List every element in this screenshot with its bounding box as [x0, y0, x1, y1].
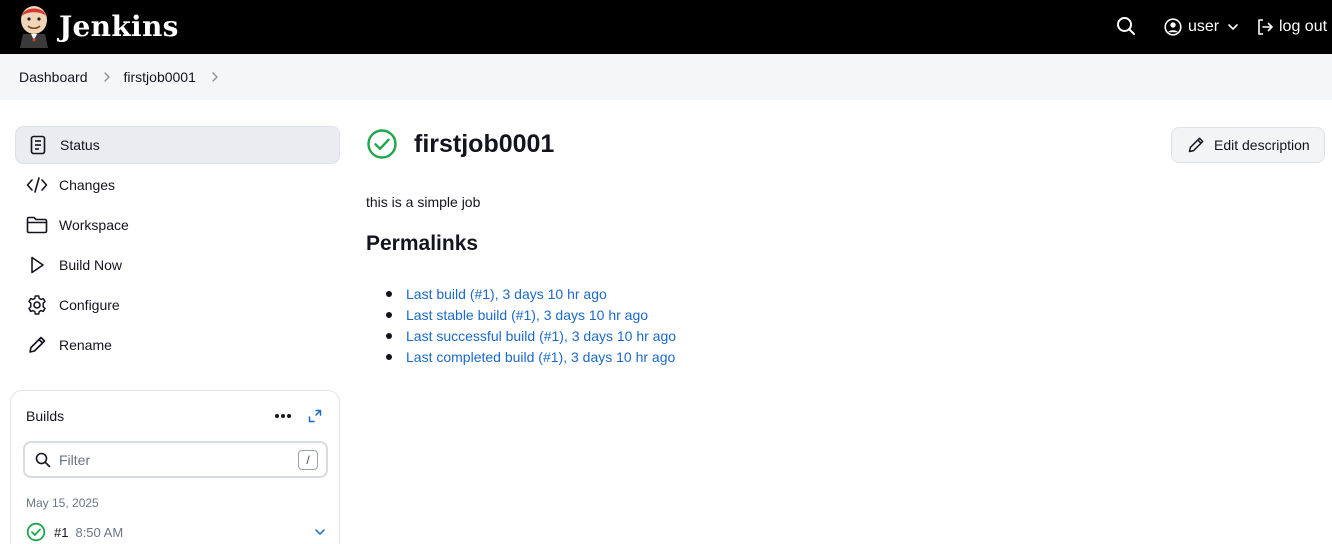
sidebar-item-label: Configure: [59, 297, 120, 313]
build-number[interactable]: #1: [54, 525, 68, 540]
more-options-button[interactable]: [273, 406, 293, 426]
edit-description-label: Edit description: [1214, 137, 1310, 153]
sidebar-item-rename[interactable]: Rename: [15, 326, 340, 364]
sidebar-item-label: Status: [60, 137, 100, 153]
build-row[interactable]: #1 8:50 AM: [26, 521, 326, 543]
list-item: Last stable build (#1), 3 days 10 hr ago: [386, 304, 676, 325]
list-item: Last completed build (#1), 3 days 10 hr …: [386, 346, 676, 367]
expand-button[interactable]: [305, 406, 325, 426]
builds-title: Builds: [26, 408, 65, 424]
search-button[interactable]: [1113, 13, 1139, 39]
sidebar-item-label: Workspace: [59, 217, 129, 233]
breadcrumb: Dashboard firstjob0001: [0, 54, 1332, 100]
jenkins-home-link[interactable]: Jenkins: [18, 4, 179, 48]
sidebar-item-label: Rename: [59, 337, 112, 353]
sidebar-item-configure[interactable]: Configure: [15, 286, 340, 324]
top-header: Jenkins user log out: [0, 0, 1332, 54]
permalink-last-stable-build[interactable]: Last stable build (#1), 3 days 10 hr ago: [406, 307, 648, 323]
code-icon: [26, 174, 48, 196]
document-icon: [27, 134, 49, 156]
expand-icon: [308, 409, 322, 423]
pencil-icon: [26, 334, 48, 356]
jenkins-logo-icon: [20, 6, 48, 48]
build-date: May 15, 2025: [26, 496, 99, 510]
edit-description-button[interactable]: Edit description: [1171, 127, 1325, 163]
build-time: 8:50 AM: [75, 524, 124, 540]
ellipsis-icon: [275, 414, 291, 418]
user-name: user: [1188, 18, 1220, 35]
permalinks-heading: Permalinks: [366, 232, 479, 255]
search-icon: [1117, 17, 1135, 35]
success-icon: [26, 522, 46, 542]
logout-label: log out: [1279, 18, 1328, 35]
breadcrumb-job[interactable]: firstjob0001: [124, 69, 196, 85]
play-icon: [26, 254, 48, 276]
sidebar-item-build-now[interactable]: Build Now: [15, 246, 340, 284]
user-menu-button[interactable]: user: [1164, 14, 1239, 40]
permalink-last-build[interactable]: Last build (#1), 3 days 10 hr ago: [406, 286, 607, 302]
page-title: firstjob0001: [414, 129, 555, 158]
builds-panel: Builds / May 15, 2025 #1 8:50 AM: [10, 390, 340, 544]
permalinks-list: Last build (#1), 3 days 10 hr ago Last s…: [386, 283, 676, 367]
list-item: Last build (#1), 3 days 10 hr ago: [386, 283, 676, 304]
folder-icon: [26, 214, 48, 236]
chevron-down-icon: [1228, 24, 1238, 30]
chevron-down-icon[interactable]: [314, 526, 326, 538]
chevron-right-icon[interactable]: [209, 71, 221, 83]
filter-field[interactable]: /: [23, 441, 328, 478]
breadcrumb-dashboard[interactable]: Dashboard: [19, 69, 88, 85]
sidebar-item-changes[interactable]: Changes: [15, 166, 340, 204]
brand-name: Jenkins: [59, 9, 179, 43]
job-description: this is a simple job: [366, 194, 481, 210]
user-icon: [1164, 18, 1182, 36]
logout-button[interactable]: log out: [1256, 14, 1327, 40]
sidebar-item-label: Changes: [59, 177, 116, 193]
filter-shortcut-key: /: [298, 450, 318, 470]
page-header: firstjob0001: [366, 128, 554, 160]
sidebar-item-workspace[interactable]: Workspace: [15, 206, 340, 244]
sidebar-item-status[interactable]: Status: [15, 126, 340, 164]
chevron-right-icon: [103, 72, 110, 82]
permalink-last-successful-build[interactable]: Last successful build (#1), 3 days 10 hr…: [406, 328, 676, 344]
gear-icon: [26, 294, 48, 316]
list-item: Last successful build (#1), 3 days 10 hr…: [386, 325, 676, 346]
success-icon: [367, 129, 397, 159]
logout-icon: [1258, 19, 1273, 35]
permalink-last-completed-build[interactable]: Last completed build (#1), 3 days 10 hr …: [406, 349, 675, 365]
side-panel: Status Changes Workspace Build Now Confi…: [15, 126, 340, 366]
filter-input[interactable]: [59, 451, 279, 468]
search-icon: [35, 452, 51, 467]
sidebar-item-label: Build Now: [59, 257, 123, 273]
pencil-icon: [1188, 137, 1204, 153]
